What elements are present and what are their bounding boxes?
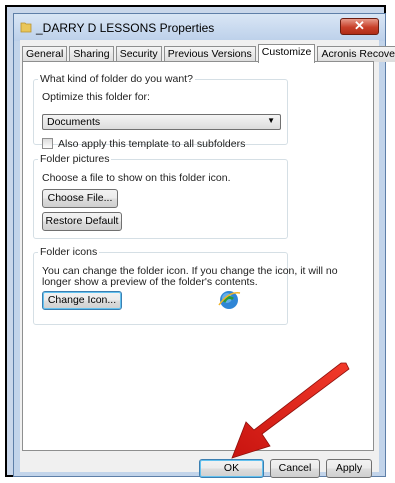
folder-pictures-description: Choose a file to show on this folder ico… — [42, 172, 231, 184]
folder-kind-group: What kind of folder do you want? Optimiz… — [33, 73, 288, 150]
close-button[interactable]: ✕ — [340, 18, 379, 35]
optimize-label: Optimize this folder for: — [42, 91, 150, 103]
chevron-down-icon: ▼ — [267, 116, 275, 125]
folder-icons-title: Folder icons — [38, 246, 100, 258]
tab-general[interactable]: General — [22, 46, 68, 62]
tab-security[interactable]: Security — [115, 46, 162, 62]
folder-kind-title: What kind of folder do you want? — [38, 73, 195, 85]
folder-icons-description-line2: longer show a preview of the folder's co… — [42, 276, 258, 288]
apply-subfolders-checkbox[interactable] — [42, 138, 53, 149]
internet-explorer-globe-icon — [218, 291, 241, 309]
change-icon-button[interactable]: Change Icon... — [42, 291, 122, 310]
optimize-value: Documents — [47, 116, 101, 128]
folder-pictures-title: Folder pictures — [38, 153, 112, 165]
title-bar[interactable]: _DARRY D LESSONS Properties ✕ — [14, 14, 385, 41]
folder-icon — [20, 22, 32, 33]
tab-sharing[interactable]: Sharing — [69, 46, 114, 62]
folder-icons-group: Folder icons You can change the folder i… — [33, 246, 338, 325]
tab-customize[interactable]: Customize — [257, 44, 316, 63]
close-icon: ✕ — [354, 18, 365, 33]
window-title: _DARRY D LESSONS Properties — [36, 21, 215, 35]
choose-file-button[interactable]: Choose File... — [42, 189, 118, 208]
tab-strip: General Sharing Security Previous Versio… — [22, 43, 395, 63]
apply-subfolders-label[interactable]: Also apply this template to all subfolde… — [58, 138, 245, 150]
restore-default-button[interactable]: Restore Default — [42, 212, 122, 231]
optimize-dropdown[interactable]: Documents ▼ — [42, 114, 281, 130]
red-annotation-arrow — [231, 362, 350, 459]
folder-pictures-group: Folder pictures Choose a file to show on… — [33, 153, 288, 239]
tab-previous-versions[interactable]: Previous Versions — [163, 46, 256, 62]
tab-acronis-recovery[interactable]: Acronis Recovery — [317, 46, 395, 62]
